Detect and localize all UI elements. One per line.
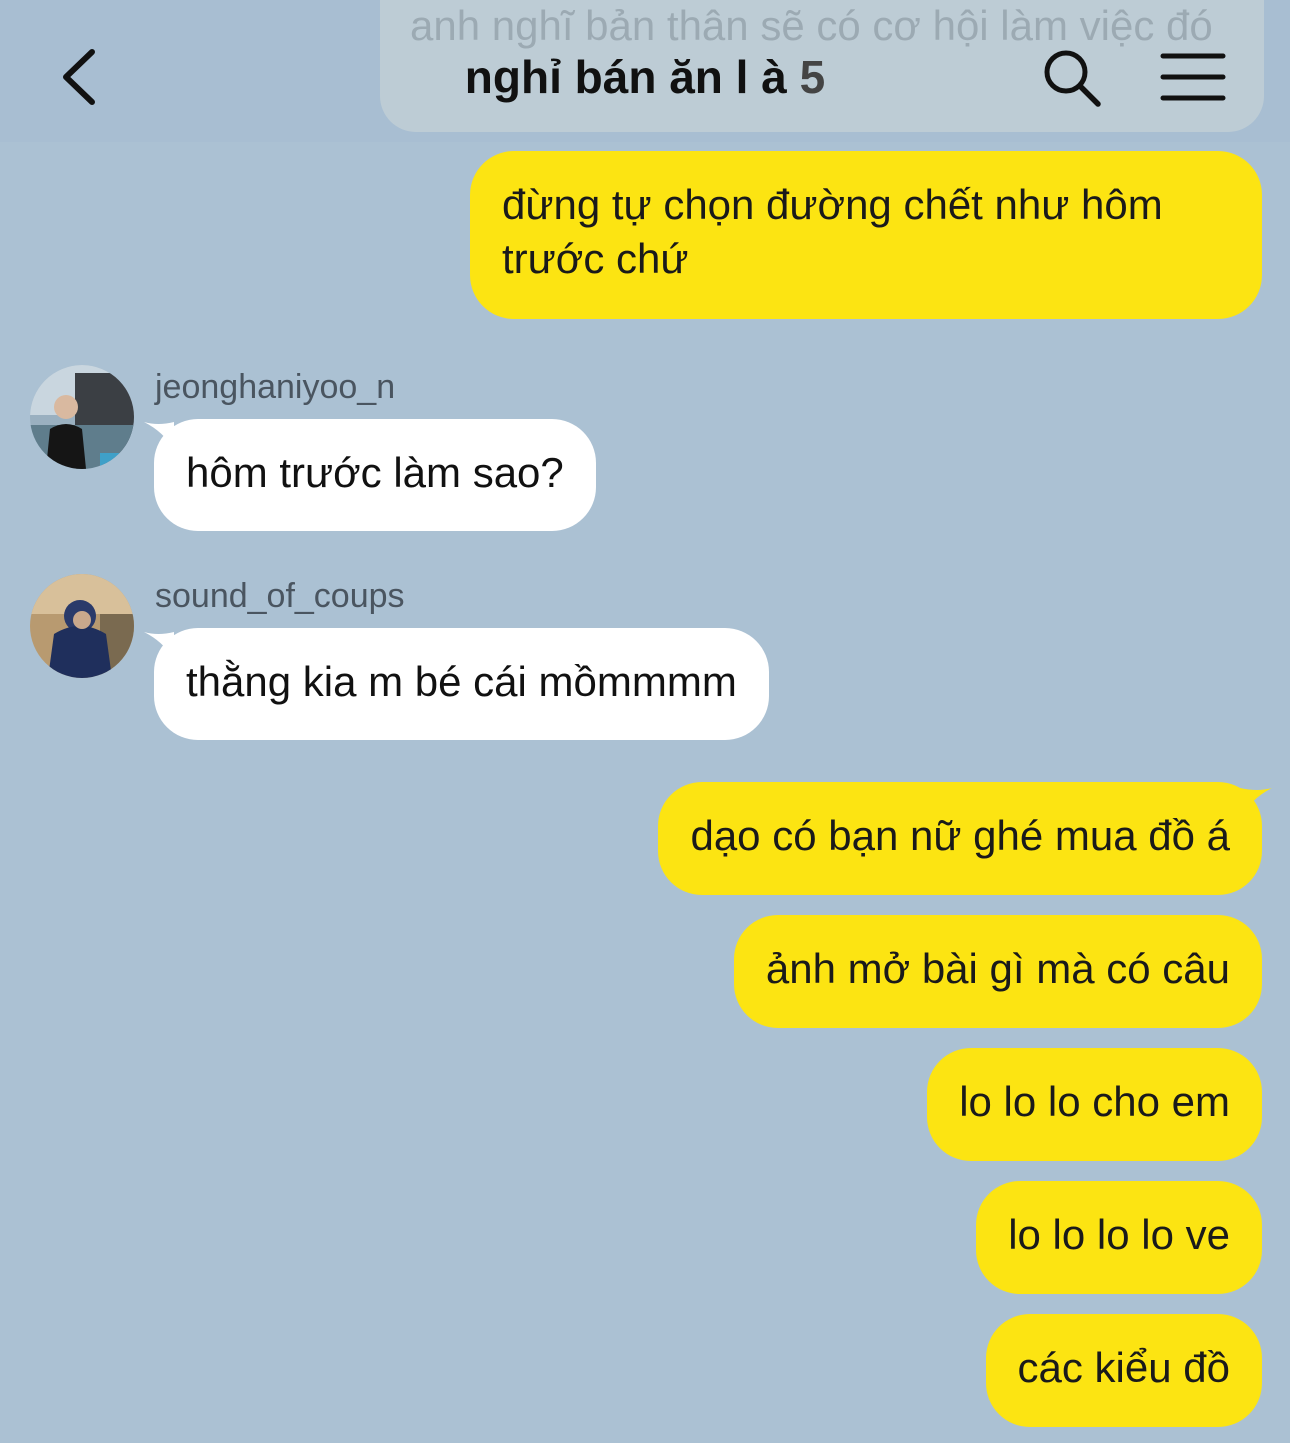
hamburger-menu-icon	[1160, 53, 1226, 101]
chat-title-text: nghỉ bán ăn l à	[464, 51, 787, 103]
their-message-bubble[interactable]: thằng kia m bé cái mồmmmm	[154, 628, 769, 740]
back-button[interactable]	[52, 42, 112, 112]
my-message-bubble[interactable]: lo lo lo cho em	[927, 1048, 1262, 1161]
search-icon	[1044, 50, 1101, 107]
my-message-bubble[interactable]: dạo có bạn nữ ghé mua đồ á	[658, 782, 1262, 895]
sender-name: jeonghaniyoo_n	[155, 368, 396, 406]
search-button[interactable]	[1040, 46, 1104, 110]
chat-title: nghỉ bán ăn l à 5	[380, 50, 910, 104]
chevron-left-icon	[63, 49, 95, 105]
my-message-bubble[interactable]: đừng tự chọn đường chết như hôm trước ch…	[470, 151, 1262, 319]
avatar-sound-of-coups	[30, 574, 134, 678]
sender-name: sound_of_coups	[155, 577, 405, 615]
avatar[interactable]	[30, 574, 134, 678]
menu-button[interactable]	[1158, 50, 1228, 106]
avatar-jeonghaniyoo-n	[30, 365, 134, 469]
their-message-bubble[interactable]: hôm trước làm sao?	[154, 419, 596, 531]
my-message-bubble[interactable]: ảnh mở bài gì mà có câu	[733, 915, 1262, 1028]
member-count: 5	[799, 51, 826, 103]
my-message-bubble[interactable]: lo lo lo lo ve	[976, 1181, 1262, 1294]
previous-message-text: anh nghĩ bản thân sẽ có cơ hội làm việc …	[410, 2, 1213, 49]
my-message-bubble[interactable]: các kiểu đồ	[985, 1314, 1262, 1427]
avatar[interactable]	[30, 365, 134, 469]
